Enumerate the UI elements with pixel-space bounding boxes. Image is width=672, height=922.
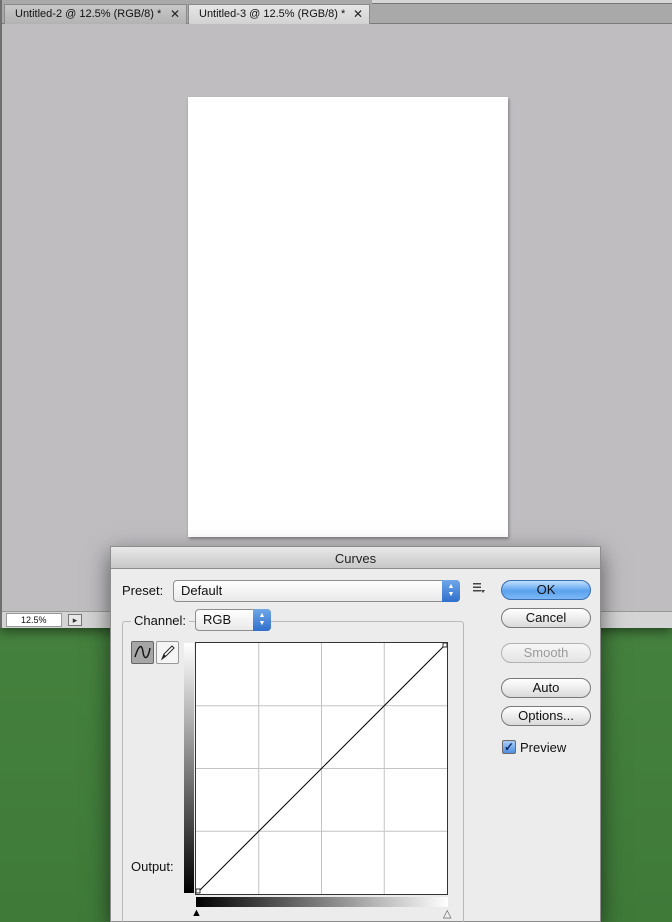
curves-grid bbox=[195, 642, 448, 894]
output-gradient-bar bbox=[184, 643, 194, 893]
output-label: Output: bbox=[131, 859, 174, 874]
channel-select[interactable]: RGB ▲ ▼ bbox=[195, 609, 271, 631]
tab-label: Untitled-2 @ 12.5% (RGB/8) * bbox=[15, 8, 162, 20]
options-button[interactable]: Options... bbox=[501, 706, 591, 726]
channel-value: RGB bbox=[203, 612, 232, 627]
channel-label: Channel: bbox=[131, 613, 190, 628]
curve-point-white bbox=[442, 642, 448, 648]
select-arrows-icon: ▲ ▼ bbox=[442, 580, 460, 602]
preview-checkbox[interactable]: ✓ bbox=[502, 740, 516, 754]
zoom-field[interactable]: 12.5% bbox=[6, 613, 62, 627]
white-point-slider[interactable]: △ bbox=[443, 907, 451, 920]
curve-point-icon bbox=[134, 645, 151, 659]
preset-options-icon[interactable] bbox=[470, 582, 488, 600]
pencil-tool[interactable] bbox=[156, 641, 179, 664]
preset-label: Preset: bbox=[122, 583, 164, 598]
select-arrows-icon: ▲ ▼ bbox=[253, 609, 271, 631]
pencil-icon bbox=[160, 645, 175, 661]
curve-point-black bbox=[195, 888, 201, 894]
input-gradient-bar bbox=[196, 897, 448, 907]
close-icon[interactable]: ✕ bbox=[353, 5, 363, 24]
preview-label: Preview bbox=[520, 740, 567, 755]
dialog-titlebar[interactable]: Curves bbox=[111, 547, 600, 569]
auto-button[interactable]: Auto bbox=[501, 678, 591, 698]
dialog-title: Curves bbox=[334, 551, 377, 566]
tab-untitled-2[interactable]: Untitled-2 @ 12.5% (RGB/8) * ✕ bbox=[4, 4, 187, 24]
cancel-button[interactable]: Cancel bbox=[501, 608, 591, 628]
tab-bar: Untitled-2 @ 12.5% (RGB/8) * ✕ Untitled-… bbox=[2, 0, 672, 24]
document-canvas[interactable] bbox=[188, 97, 508, 537]
close-icon[interactable]: ✕ bbox=[170, 5, 180, 24]
smooth-button[interactable]: Smooth bbox=[501, 643, 591, 663]
tab-label: Untitled-3 @ 12.5% (RGB/8) * bbox=[199, 8, 346, 20]
tab-untitled-3[interactable]: Untitled-3 @ 12.5% (RGB/8) * ✕ bbox=[188, 4, 370, 24]
document-window: Untitled-2 @ 12.5% (RGB/8) * ✕ Untitled-… bbox=[0, 0, 672, 628]
curves-dialog: Curves Preset: Default ▲ ▼ Channel: RGB ▲… bbox=[110, 546, 601, 922]
black-point-slider[interactable]: ▲ bbox=[191, 907, 202, 919]
ok-button[interactable]: OK bbox=[501, 580, 591, 600]
curve-point-tool[interactable] bbox=[131, 641, 154, 664]
curves-graph[interactable] bbox=[195, 642, 448, 895]
status-menu-icon[interactable]: ▸ bbox=[68, 614, 82, 626]
preset-select[interactable]: Default ▲ ▼ bbox=[173, 580, 460, 602]
preset-value: Default bbox=[181, 583, 223, 598]
